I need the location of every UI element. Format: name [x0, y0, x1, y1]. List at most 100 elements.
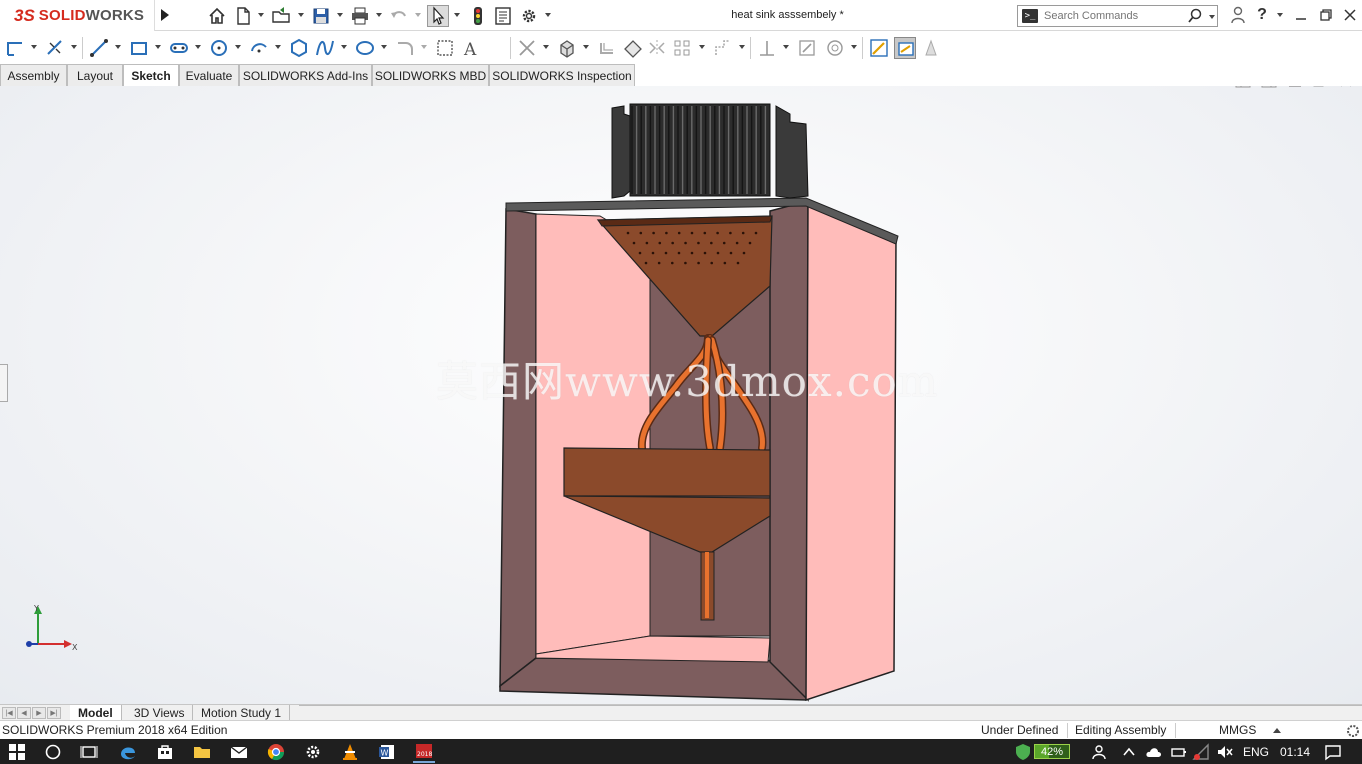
rectangle-icon[interactable]	[128, 37, 150, 59]
viewport-restore-icon[interactable]	[1312, 86, 1328, 88]
restore-window-icon[interactable]	[1314, 4, 1338, 26]
smart-dimension-icon[interactable]	[44, 37, 66, 59]
search-input[interactable]	[1044, 10, 1184, 22]
slot-icon[interactable]	[168, 37, 190, 59]
repair-sketch-icon[interactable]	[796, 37, 818, 59]
sketch-dropdown-icon[interactable]	[31, 45, 37, 50]
shaded-sketch-contours-icon[interactable]	[920, 37, 942, 59]
search-dropdown-icon[interactable]	[1209, 14, 1215, 20]
polygon-icon[interactable]	[288, 37, 310, 59]
shield-defender-icon[interactable]	[1012, 741, 1034, 763]
intersection-curve-icon[interactable]	[622, 37, 644, 59]
select-dropdown-icon[interactable]	[454, 12, 460, 18]
offset-on-surface-icon[interactable]	[596, 37, 618, 59]
ellipse-icon[interactable]	[354, 37, 376, 59]
select-arrow-icon[interactable]	[427, 5, 449, 27]
show-hidden-icons-chevron-icon[interactable]	[1118, 741, 1140, 763]
feature-manager-collapse-handle[interactable]	[0, 364, 8, 402]
file-properties-icon[interactable]	[492, 5, 514, 27]
display-relations-icon[interactable]	[756, 37, 778, 59]
fillet-dropdown-icon[interactable]	[421, 45, 427, 50]
print-dropdown-icon[interactable]	[376, 12, 382, 18]
save-dropdown-icon[interactable]	[337, 12, 343, 18]
viewport-close-icon[interactable]	[1338, 86, 1354, 88]
word-icon[interactable]: W	[376, 741, 398, 763]
settings-gear-icon[interactable]	[302, 741, 324, 763]
solidworks-taskbar-icon[interactable]: 2018	[413, 741, 435, 763]
line-icon[interactable]	[88, 37, 110, 59]
action-center-icon[interactable]	[1322, 741, 1344, 763]
viewport-tile-right-icon[interactable]	[1261, 86, 1277, 88]
instant-2d-icon[interactable]	[894, 37, 916, 59]
network-disconnected-icon[interactable]	[1190, 741, 1212, 763]
tab-layout[interactable]: Layout	[67, 64, 123, 86]
move-entities-icon[interactable]	[712, 37, 734, 59]
file-explorer-icon[interactable]	[191, 741, 213, 763]
close-window-icon[interactable]	[1338, 4, 1362, 26]
tab-evaluate[interactable]: Evaluate	[179, 64, 239, 86]
home-icon[interactable]	[206, 5, 228, 27]
task-view-icon[interactable]	[78, 741, 100, 763]
graphics-viewport[interactable]: 莫西网www.3dmox.com Y X	[0, 86, 1362, 704]
open-dropdown-icon[interactable]	[298, 12, 304, 18]
help-icon[interactable]: ?	[1250, 4, 1274, 26]
viewport-tile-left-icon[interactable]	[1235, 86, 1251, 88]
new-document-icon[interactable]	[232, 5, 254, 27]
sketch-icon[interactable]	[4, 37, 26, 59]
open-folder-icon[interactable]	[270, 5, 292, 27]
fillet-icon[interactable]	[394, 37, 416, 59]
input-language[interactable]: ENG	[1243, 745, 1269, 759]
spline-dropdown-icon[interactable]	[341, 45, 347, 50]
undo-dropdown-icon[interactable]	[415, 12, 421, 18]
last-tab-arrow-icon[interactable]: ▶|	[47, 707, 61, 719]
tab-solidworks-inspection[interactable]: SOLIDWORKS Inspection	[489, 64, 635, 86]
unit-system-selector[interactable]: MMGS	[1219, 723, 1256, 737]
undo-icon[interactable]	[388, 5, 410, 27]
save-icon[interactable]	[310, 5, 332, 27]
spline-icon[interactable]	[314, 37, 336, 59]
options-gear-icon[interactable]	[518, 5, 540, 27]
trim-dropdown-icon[interactable]	[543, 45, 549, 50]
windows-start-icon[interactable]	[6, 741, 28, 763]
edge-browser-icon[interactable]	[117, 741, 139, 763]
offset-entities-icon[interactable]	[434, 37, 456, 59]
volume-muted-icon[interactable]	[1214, 741, 1236, 763]
print-icon[interactable]	[349, 5, 371, 27]
rectangle-dropdown-icon[interactable]	[155, 45, 161, 50]
arc-dropdown-icon[interactable]	[275, 45, 281, 50]
customize-status-bar-icon[interactable]	[1345, 723, 1361, 738]
units-up-arrow-icon[interactable]	[1273, 728, 1281, 734]
store-icon[interactable]	[154, 741, 176, 763]
tab-motion-study-1[interactable]: Motion Study 1	[193, 705, 291, 721]
solidworks-logo[interactable]: 3S SOLIDWORKS	[0, 0, 155, 31]
quick-snaps-icon[interactable]	[824, 37, 846, 59]
tab-solidworks-mbd[interactable]: SOLIDWORKS MBD	[372, 64, 489, 86]
next-tab-arrow-icon[interactable]: ▶	[32, 707, 46, 719]
tab-sketch[interactable]: Sketch	[123, 64, 179, 86]
dimension-dropdown-icon[interactable]	[71, 45, 77, 50]
first-tab-arrow-icon[interactable]: |◀	[2, 707, 16, 719]
system-clock[interactable]: 01:14	[1280, 745, 1310, 759]
people-icon[interactable]	[1089, 741, 1111, 763]
minimize-window-icon[interactable]	[1289, 4, 1313, 26]
move-dropdown-icon[interactable]	[739, 45, 745, 50]
tab-3d-views[interactable]: 3D Views	[126, 705, 194, 721]
viewport-minimize-icon[interactable]	[1287, 86, 1303, 88]
vlc-icon[interactable]	[339, 741, 361, 763]
linear-pattern-icon[interactable]	[672, 37, 694, 59]
ellipse-dropdown-icon[interactable]	[381, 45, 387, 50]
power-plug-icon[interactable]	[1167, 741, 1189, 763]
tab-model[interactable]: Model	[70, 705, 122, 721]
tab-assembly[interactable]: Assembly	[0, 64, 67, 86]
line-dropdown-icon[interactable]	[115, 45, 121, 50]
pattern-dropdown-icon[interactable]	[699, 45, 705, 50]
arc-icon[interactable]	[248, 37, 270, 59]
circle-icon[interactable]	[208, 37, 230, 59]
convert-dropdown-icon[interactable]	[583, 45, 589, 50]
prev-tab-arrow-icon[interactable]: ◀	[17, 707, 31, 719]
expand-menu-arrow-icon[interactable]	[158, 7, 172, 23]
battery-indicator[interactable]: 42%	[1034, 744, 1070, 759]
mirror-entities-icon[interactable]	[646, 37, 668, 59]
rebuild-traffic-light-icon[interactable]	[467, 5, 489, 27]
mail-icon[interactable]	[228, 741, 250, 763]
